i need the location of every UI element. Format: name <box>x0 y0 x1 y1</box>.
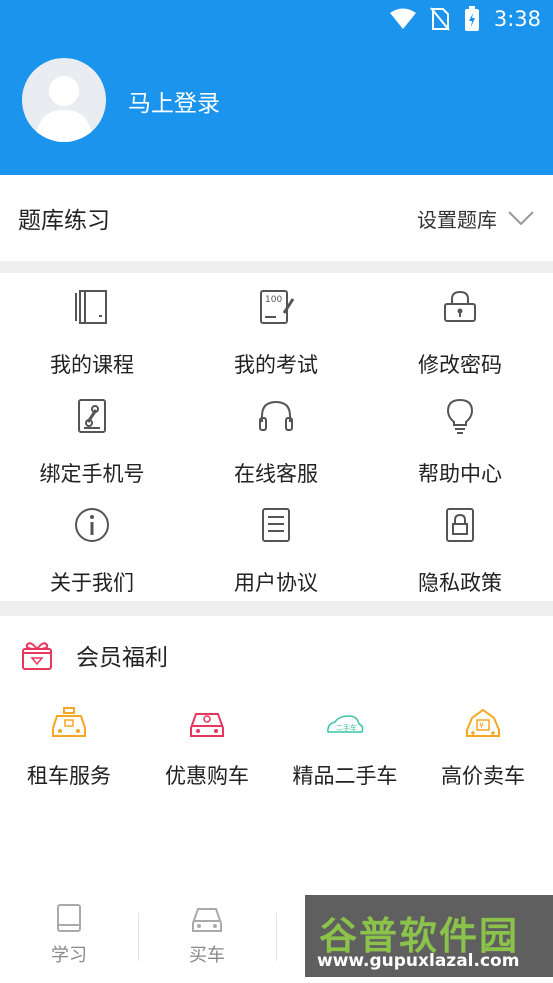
car-nav-icon <box>192 908 222 932</box>
svg-text:100: 100 <box>265 295 282 305</box>
nav-label: 买车 <box>189 945 225 966</box>
member-header: 会员福利 <box>20 638 168 672</box>
status-time: 3:38 <box>493 7 541 31</box>
watermark-url: www.gupuxlazal.com <box>317 951 520 971</box>
menu-item-label: 隐私政策 <box>418 571 502 595</box>
avatar[interactable] <box>22 58 106 142</box>
menu-item-my-courses[interactable]: 我的课程 <box>0 273 184 383</box>
menu-item-online-service[interactable]: 在线客服 <box>184 382 368 492</box>
menu-item-label: 帮助中心 <box>418 462 502 486</box>
menu-item-help-center[interactable]: 帮助中心 <box>368 382 552 492</box>
no-sim-icon <box>430 7 450 31</box>
book-nav-icon <box>57 904 81 932</box>
taxi-icon <box>52 707 86 737</box>
exam-paper-icon: 100 <box>260 290 295 324</box>
set-question-bank-button[interactable]: 设置题库 <box>417 204 535 233</box>
menu-item-about-us[interactable]: 关于我们 <box>0 491 184 601</box>
nav-label: 学习 <box>51 945 87 966</box>
member-title: 会员福利 <box>76 645 168 671</box>
menu-item-label: 修改密码 <box>418 353 502 377</box>
lightbulb-icon <box>446 398 474 434</box>
menu-item-label: 在线客服 <box>234 462 318 486</box>
battery-charging-icon <box>464 6 479 31</box>
nav-item-study[interactable]: 学习 <box>0 903 138 967</box>
benefit-discount-car[interactable]: 优惠购车 <box>138 706 276 790</box>
car-icon <box>190 713 224 737</box>
menu-item-label: 用户协议 <box>234 571 318 595</box>
sell-car-icon: ¥ <box>466 708 500 737</box>
section-divider <box>0 601 553 616</box>
wifi-icon <box>389 8 416 29</box>
set-question-bank-label: 设置题库 <box>417 207 497 232</box>
book-icon <box>75 290 107 324</box>
benefit-label: 租车服务 <box>27 764 111 788</box>
menu-item-my-exams[interactable]: 100 我的考试 <box>184 273 368 383</box>
info-icon <box>75 508 109 542</box>
profile-header: 3:38 马上登录 <box>0 0 553 175</box>
phone-link-icon <box>78 399 106 433</box>
headset-icon <box>259 400 293 431</box>
member-benefits-section: 会员福利 租车服务 优惠购车 二手车 精品二手车 ¥ 高价卖车 <box>0 616 553 886</box>
menu-item-label: 关于我们 <box>50 571 134 595</box>
menu-item-bind-phone[interactable]: 绑定手机号 <box>0 382 184 492</box>
menu-grid: 我的课程 100 我的考试 修改密码 绑定手机号 在线客服 帮助中心 关于我们 … <box>0 273 553 601</box>
privacy-lock-icon <box>446 508 474 542</box>
benefit-car-rental[interactable]: 租车服务 <box>0 706 138 790</box>
menu-item-label: 我的考试 <box>234 353 318 377</box>
section-divider <box>0 261 553 273</box>
benefit-label: 精品二手车 <box>292 764 398 788</box>
benefit-label: 高价卖车 <box>441 764 525 788</box>
document-icon <box>262 508 290 542</box>
gift-icon <box>22 642 52 670</box>
used-car-icon: 二手车 <box>327 715 364 733</box>
menu-item-label: 绑定手机号 <box>39 462 145 486</box>
question-bank-title: 题库练习 <box>18 208 110 234</box>
default-avatar-icon <box>36 76 92 142</box>
svg-text:¥: ¥ <box>479 721 484 730</box>
login-link[interactable]: 马上登录 <box>128 84 220 118</box>
benefit-used-car[interactable]: 二手车 精品二手车 <box>276 706 414 790</box>
chevron-down-icon <box>508 211 534 226</box>
menu-item-change-password[interactable]: 修改密码 <box>368 273 552 383</box>
menu-item-label: 我的课程 <box>50 353 134 377</box>
menu-item-user-agreement[interactable]: 用户协议 <box>184 491 368 601</box>
nav-separator <box>276 913 277 961</box>
menu-item-privacy-policy[interactable]: 隐私政策 <box>368 491 552 601</box>
watermark: 谷普软件园 www.gupuxlazal.com <box>305 895 553 977</box>
question-bank-row[interactable]: 题库练习 设置题库 <box>0 175 553 261</box>
used-car-badge: 二手车 <box>336 723 357 732</box>
lock-icon <box>444 290 476 322</box>
benefit-sell-car[interactable]: ¥ 高价卖车 <box>414 706 552 790</box>
nav-item-buy-car[interactable]: 买车 <box>138 903 276 967</box>
status-bar: 3:38 <box>0 0 553 38</box>
benefit-label: 优惠购车 <box>165 764 249 788</box>
